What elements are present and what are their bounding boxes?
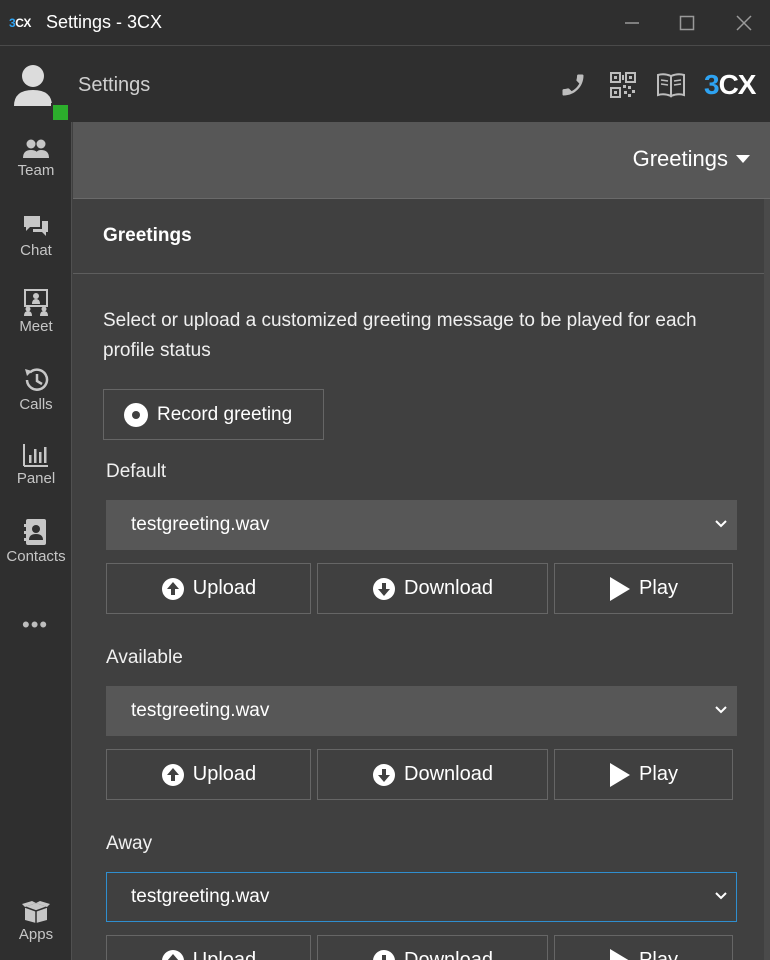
minimize-icon <box>625 22 639 24</box>
download-button[interactable]: Download <box>317 749 548 800</box>
phone-icon <box>562 74 584 96</box>
upload-button[interactable]: Upload <box>106 935 311 960</box>
download-label: Download <box>404 577 493 599</box>
greeting-label-available: Available <box>106 647 183 668</box>
upload-label: Upload <box>192 949 257 960</box>
sidebar-item-label: Apps <box>18 926 54 943</box>
scrollbar[interactable] <box>764 199 770 960</box>
team-icon <box>23 139 49 158</box>
sidebar-item-label: Team <box>17 162 55 179</box>
sidebar-item-label: Meet <box>19 318 53 335</box>
sidebar-item-label: Panel <box>16 470 56 487</box>
window-title: Settings - 3CX <box>46 12 163 32</box>
sidebar-item-team[interactable]: Team <box>0 138 72 200</box>
user-avatar-icon <box>14 65 52 106</box>
sidebar-nav: Team Chat Meet Calls Panel Contacts ••• … <box>0 122 72 960</box>
settings-section-bar: Greetings <box>73 122 770 199</box>
greeting-file-value: testgreeting.wav <box>131 514 270 535</box>
play-label: Play <box>639 763 678 785</box>
brand-logo: 3CX <box>704 69 756 100</box>
download-button[interactable]: Download <box>317 935 548 960</box>
upload-label: Upload <box>192 577 257 599</box>
section-title: Greetings <box>103 225 192 246</box>
close-button[interactable] <box>729 8 759 38</box>
greeting-label-default: Default <box>106 461 167 482</box>
panel-icon <box>23 444 48 467</box>
divider <box>73 273 770 274</box>
record-icon <box>124 402 148 427</box>
greeting-select-available[interactable]: testgreeting.wav <box>106 686 737 736</box>
play-icon <box>610 948 630 960</box>
settings-section-label: Greetings <box>632 146 728 171</box>
chevron-down-icon <box>715 520 727 528</box>
contacts-icon <box>24 519 46 545</box>
user-guide-button[interactable] <box>656 70 686 100</box>
upload-label: Upload <box>192 763 257 785</box>
record-greeting-button[interactable]: Record greeting <box>103 389 324 440</box>
more-menu-button[interactable]: ••• <box>22 612 48 638</box>
sidebar-item-chat[interactable]: Chat <box>0 214 72 276</box>
app-logo: 3CX <box>9 16 31 30</box>
page-title: Settings <box>78 74 151 96</box>
greeting-select-default[interactable]: testgreeting.wav <box>106 500 737 550</box>
play-label: Play <box>639 949 678 960</box>
play-button[interactable]: Play <box>554 749 733 800</box>
dialer-button[interactable] <box>558 70 588 100</box>
play-icon <box>610 576 631 601</box>
apps-box-icon <box>22 901 50 923</box>
presence-status-indicator <box>51 103 70 122</box>
minimize-button[interactable] <box>617 8 647 38</box>
download-icon <box>373 577 396 600</box>
play-button[interactable]: Play <box>554 935 733 960</box>
sidebar-item-apps[interactable]: Apps <box>0 900 72 960</box>
section-description: Select or upload a customized greeting m… <box>103 310 697 361</box>
sidebar-item-meet[interactable]: Meet <box>0 288 72 350</box>
sidebar-item-calls[interactable]: Calls <box>0 366 72 428</box>
calls-history-icon <box>25 368 49 391</box>
greeting-label-away: Away <box>106 833 153 854</box>
play-button[interactable]: Play <box>554 563 733 614</box>
chevron-down-icon <box>715 892 727 900</box>
book-icon <box>657 73 685 98</box>
download-icon <box>373 763 396 786</box>
app-header: Settings 3CX <box>0 46 770 122</box>
sidebar-item-label: Contacts <box>6 548 66 565</box>
record-greeting-label: Record greeting <box>157 403 293 425</box>
download-icon <box>373 949 396 960</box>
meet-icon <box>24 289 48 316</box>
upload-icon <box>161 949 184 960</box>
play-label: Play <box>639 577 678 599</box>
sidebar-item-contacts[interactable]: Contacts <box>0 518 72 580</box>
sidebar-item-panel[interactable]: Panel <box>0 442 72 504</box>
play-icon <box>610 762 631 787</box>
qr-code-icon <box>610 72 636 98</box>
greeting-file-value: testgreeting.wav <box>131 700 270 721</box>
greeting-select-away[interactable]: testgreeting.wav <box>106 872 737 922</box>
settings-section-dropdown[interactable]: Greetings <box>633 146 750 172</box>
greetings-panel: Greetings Select or upload a customized … <box>73 199 770 960</box>
qr-code-button[interactable] <box>608 70 638 100</box>
download-label: Download <box>404 949 493 960</box>
sidebar-item-label: Chat <box>20 242 52 259</box>
chat-icon <box>24 216 48 236</box>
upload-icon <box>161 577 184 600</box>
greeting-file-value: testgreeting.wav <box>131 886 270 907</box>
caret-down-icon <box>736 155 750 163</box>
chevron-down-icon <box>715 706 727 714</box>
avatar[interactable] <box>12 62 54 108</box>
sidebar-item-label: Calls <box>19 396 53 413</box>
title-bar: 3CX Settings - 3CX <box>0 0 770 46</box>
maximize-icon <box>679 15 695 31</box>
download-label: Download <box>404 763 493 785</box>
upload-icon <box>161 763 184 786</box>
download-button[interactable]: Download <box>317 563 548 614</box>
close-icon <box>736 15 752 31</box>
upload-button[interactable]: Upload <box>106 749 311 800</box>
upload-button[interactable]: Upload <box>106 563 311 614</box>
maximize-button[interactable] <box>672 8 702 38</box>
